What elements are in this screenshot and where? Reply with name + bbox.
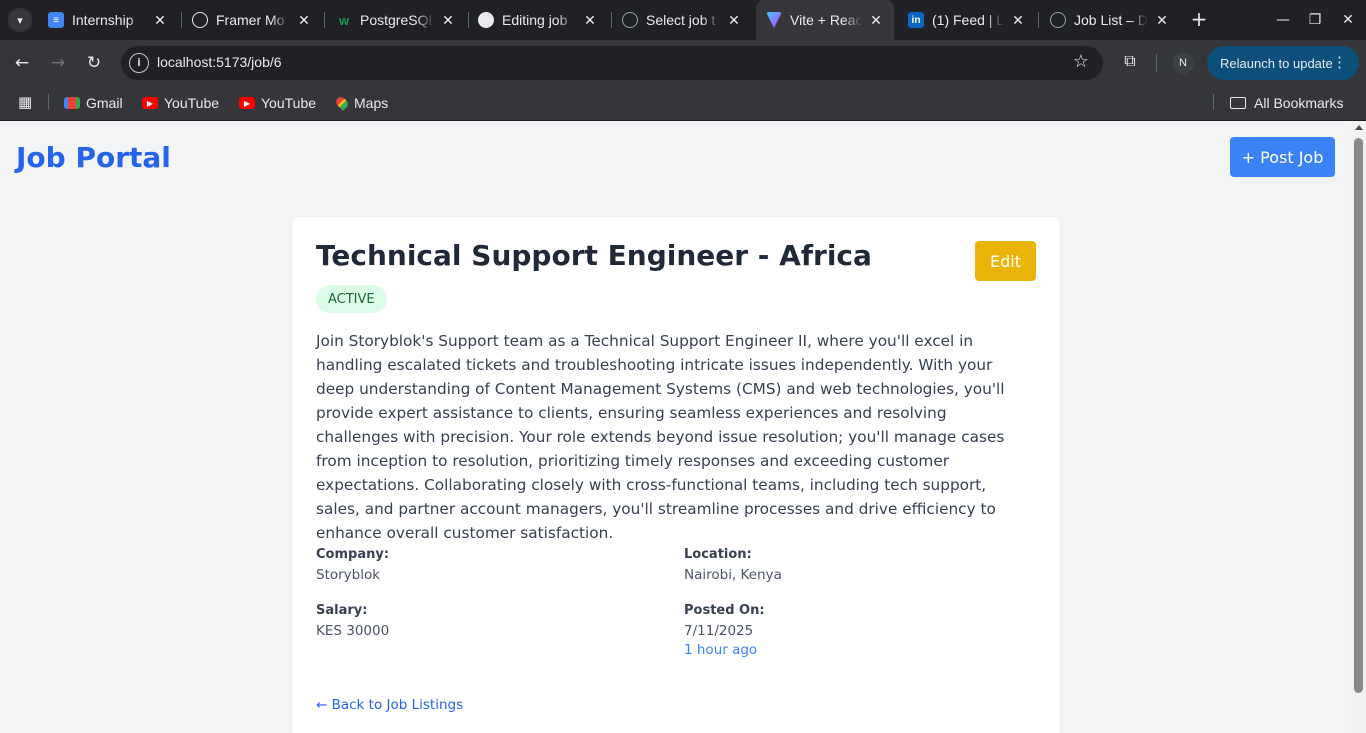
brand-logo[interactable]: Job Portal bbox=[16, 141, 171, 174]
page-scrollbar[interactable] bbox=[1351, 121, 1366, 733]
youtube-icon: ▶ bbox=[239, 97, 255, 109]
restore-icon[interactable]: ❐ bbox=[1303, 8, 1327, 32]
folder-icon bbox=[1230, 97, 1246, 109]
location-label: Location: bbox=[684, 547, 752, 562]
location-value: Nairobi, Kenya bbox=[684, 567, 782, 583]
job-title: Technical Support Engineer - Africa bbox=[316, 239, 872, 272]
back-to-listings-link[interactable]: ← Back to Job Listings bbox=[316, 697, 463, 713]
relaunch-label: Relaunch to update bbox=[1220, 55, 1333, 71]
tab-job-list[interactable]: Job List – D ✕ bbox=[1040, 4, 1180, 36]
bookmark-star-icon[interactable]: ☆ bbox=[1073, 51, 1089, 72]
browser-toolbar: ← → ↻ i localhost:5173/job/6 ☆ ⧉ N Relau… bbox=[0, 40, 1366, 86]
tab-postgresql[interactable]: w PostgreSQL ✕ bbox=[326, 4, 466, 36]
maps-icon bbox=[334, 95, 350, 111]
globe-icon bbox=[622, 12, 638, 28]
w-logo-icon: w bbox=[338, 12, 350, 28]
tab-select-job[interactable]: Select job t ✕ bbox=[612, 4, 752, 36]
site-info-icon[interactable]: i bbox=[129, 53, 149, 73]
tab-linkedin[interactable]: in (1) Feed | Li ✕ bbox=[898, 4, 1036, 36]
profile-avatar[interactable]: N bbox=[1172, 52, 1194, 74]
posted-date-value: 7/11/2025 bbox=[684, 623, 754, 639]
close-tab-icon[interactable]: ✕ bbox=[1010, 12, 1026, 29]
salary-label: Salary: bbox=[316, 603, 368, 618]
new-tab-icon[interactable]: + bbox=[1189, 8, 1209, 32]
close-tab-icon[interactable]: ✕ bbox=[296, 12, 312, 29]
post-job-button[interactable]: + Post Job bbox=[1230, 137, 1335, 177]
linkedin-icon: in bbox=[908, 12, 924, 28]
job-description: Join Storyblok's Support team as a Techn… bbox=[316, 332, 1005, 542]
vite-icon bbox=[766, 12, 782, 28]
apps-grid-icon[interactable]: ▦ bbox=[18, 93, 36, 111]
bookmark-gmail[interactable]: Gmail bbox=[64, 91, 123, 115]
company-label: Company: bbox=[316, 547, 390, 562]
edit-button[interactable]: Edit bbox=[975, 241, 1036, 281]
close-tab-icon[interactable]: ✕ bbox=[440, 12, 456, 29]
tab-vite-react[interactable]: Vite + React ✕ bbox=[756, 0, 894, 40]
tab-internship[interactable]: ≡ Internship ✕ bbox=[38, 4, 178, 36]
youtube-icon: ▶ bbox=[142, 97, 158, 109]
status-badge: ACTIVE bbox=[316, 285, 387, 313]
tab-framer[interactable]: Framer Mo ✕ bbox=[182, 4, 322, 36]
close-tab-icon[interactable]: ✕ bbox=[1154, 12, 1170, 29]
github-icon bbox=[478, 12, 494, 28]
bookmark-youtube-2[interactable]: ▶ YouTube bbox=[239, 91, 316, 115]
minimize-icon[interactable]: — bbox=[1271, 8, 1295, 32]
scroll-up-arrow-icon[interactable] bbox=[1355, 125, 1363, 130]
salary-value: KES 30000 bbox=[316, 623, 390, 639]
tab-editing-job[interactable]: Editing job ✕ bbox=[468, 4, 608, 36]
close-tab-icon[interactable]: ✕ bbox=[868, 12, 884, 29]
url-text[interactable]: localhost:5173/job/6 bbox=[157, 54, 282, 70]
address-bar[interactable]: i localhost:5173/job/6 ☆ bbox=[121, 46, 1103, 80]
close-tab-icon[interactable]: ✕ bbox=[726, 12, 742, 29]
close-tab-icon[interactable]: ✕ bbox=[152, 12, 168, 29]
job-detail-card: Technical Support Engineer - Africa Edit… bbox=[292, 217, 1060, 733]
bookmark-maps[interactable]: Maps bbox=[334, 91, 388, 115]
openai-icon bbox=[192, 12, 208, 28]
gmail-icon bbox=[64, 97, 80, 109]
relaunch-button[interactable]: Relaunch to update ⋮ bbox=[1207, 46, 1359, 80]
posted-relative-time: 1 hour ago bbox=[684, 642, 758, 658]
bookmark-youtube[interactable]: ▶ YouTube bbox=[142, 91, 219, 115]
tab-strip: ▾ ≡ Internship ✕ Framer Mo ✕ w PostgreSQ… bbox=[0, 0, 1366, 40]
extensions-puzzle-icon[interactable]: ⧉ bbox=[1119, 51, 1141, 73]
google-docs-icon: ≡ bbox=[48, 12, 64, 28]
reload-icon[interactable]: ↻ bbox=[82, 51, 106, 75]
page-viewport: Job Portal + Post Job Technical Support … bbox=[0, 121, 1366, 733]
tab-search-chevron-icon[interactable]: ▾ bbox=[8, 8, 32, 32]
globe-icon bbox=[1050, 12, 1066, 28]
company-value: Storyblok bbox=[316, 567, 381, 583]
posted-on-label: Posted On: bbox=[684, 603, 765, 618]
forward-arrow-icon[interactable]: → bbox=[46, 51, 70, 75]
scrollbar-thumb[interactable] bbox=[1354, 138, 1363, 693]
more-menu-icon[interactable]: ⋮ bbox=[1332, 53, 1347, 71]
bookmarks-bar: ▦ Gmail ▶ YouTube ▶ YouTube Maps All Boo… bbox=[0, 86, 1366, 120]
all-bookmarks-button[interactable]: All Bookmarks bbox=[1230, 91, 1343, 115]
close-tab-icon[interactable]: ✕ bbox=[582, 12, 598, 29]
back-arrow-icon[interactable]: ← bbox=[10, 51, 34, 75]
close-window-icon[interactable]: ✕ bbox=[1336, 8, 1360, 32]
